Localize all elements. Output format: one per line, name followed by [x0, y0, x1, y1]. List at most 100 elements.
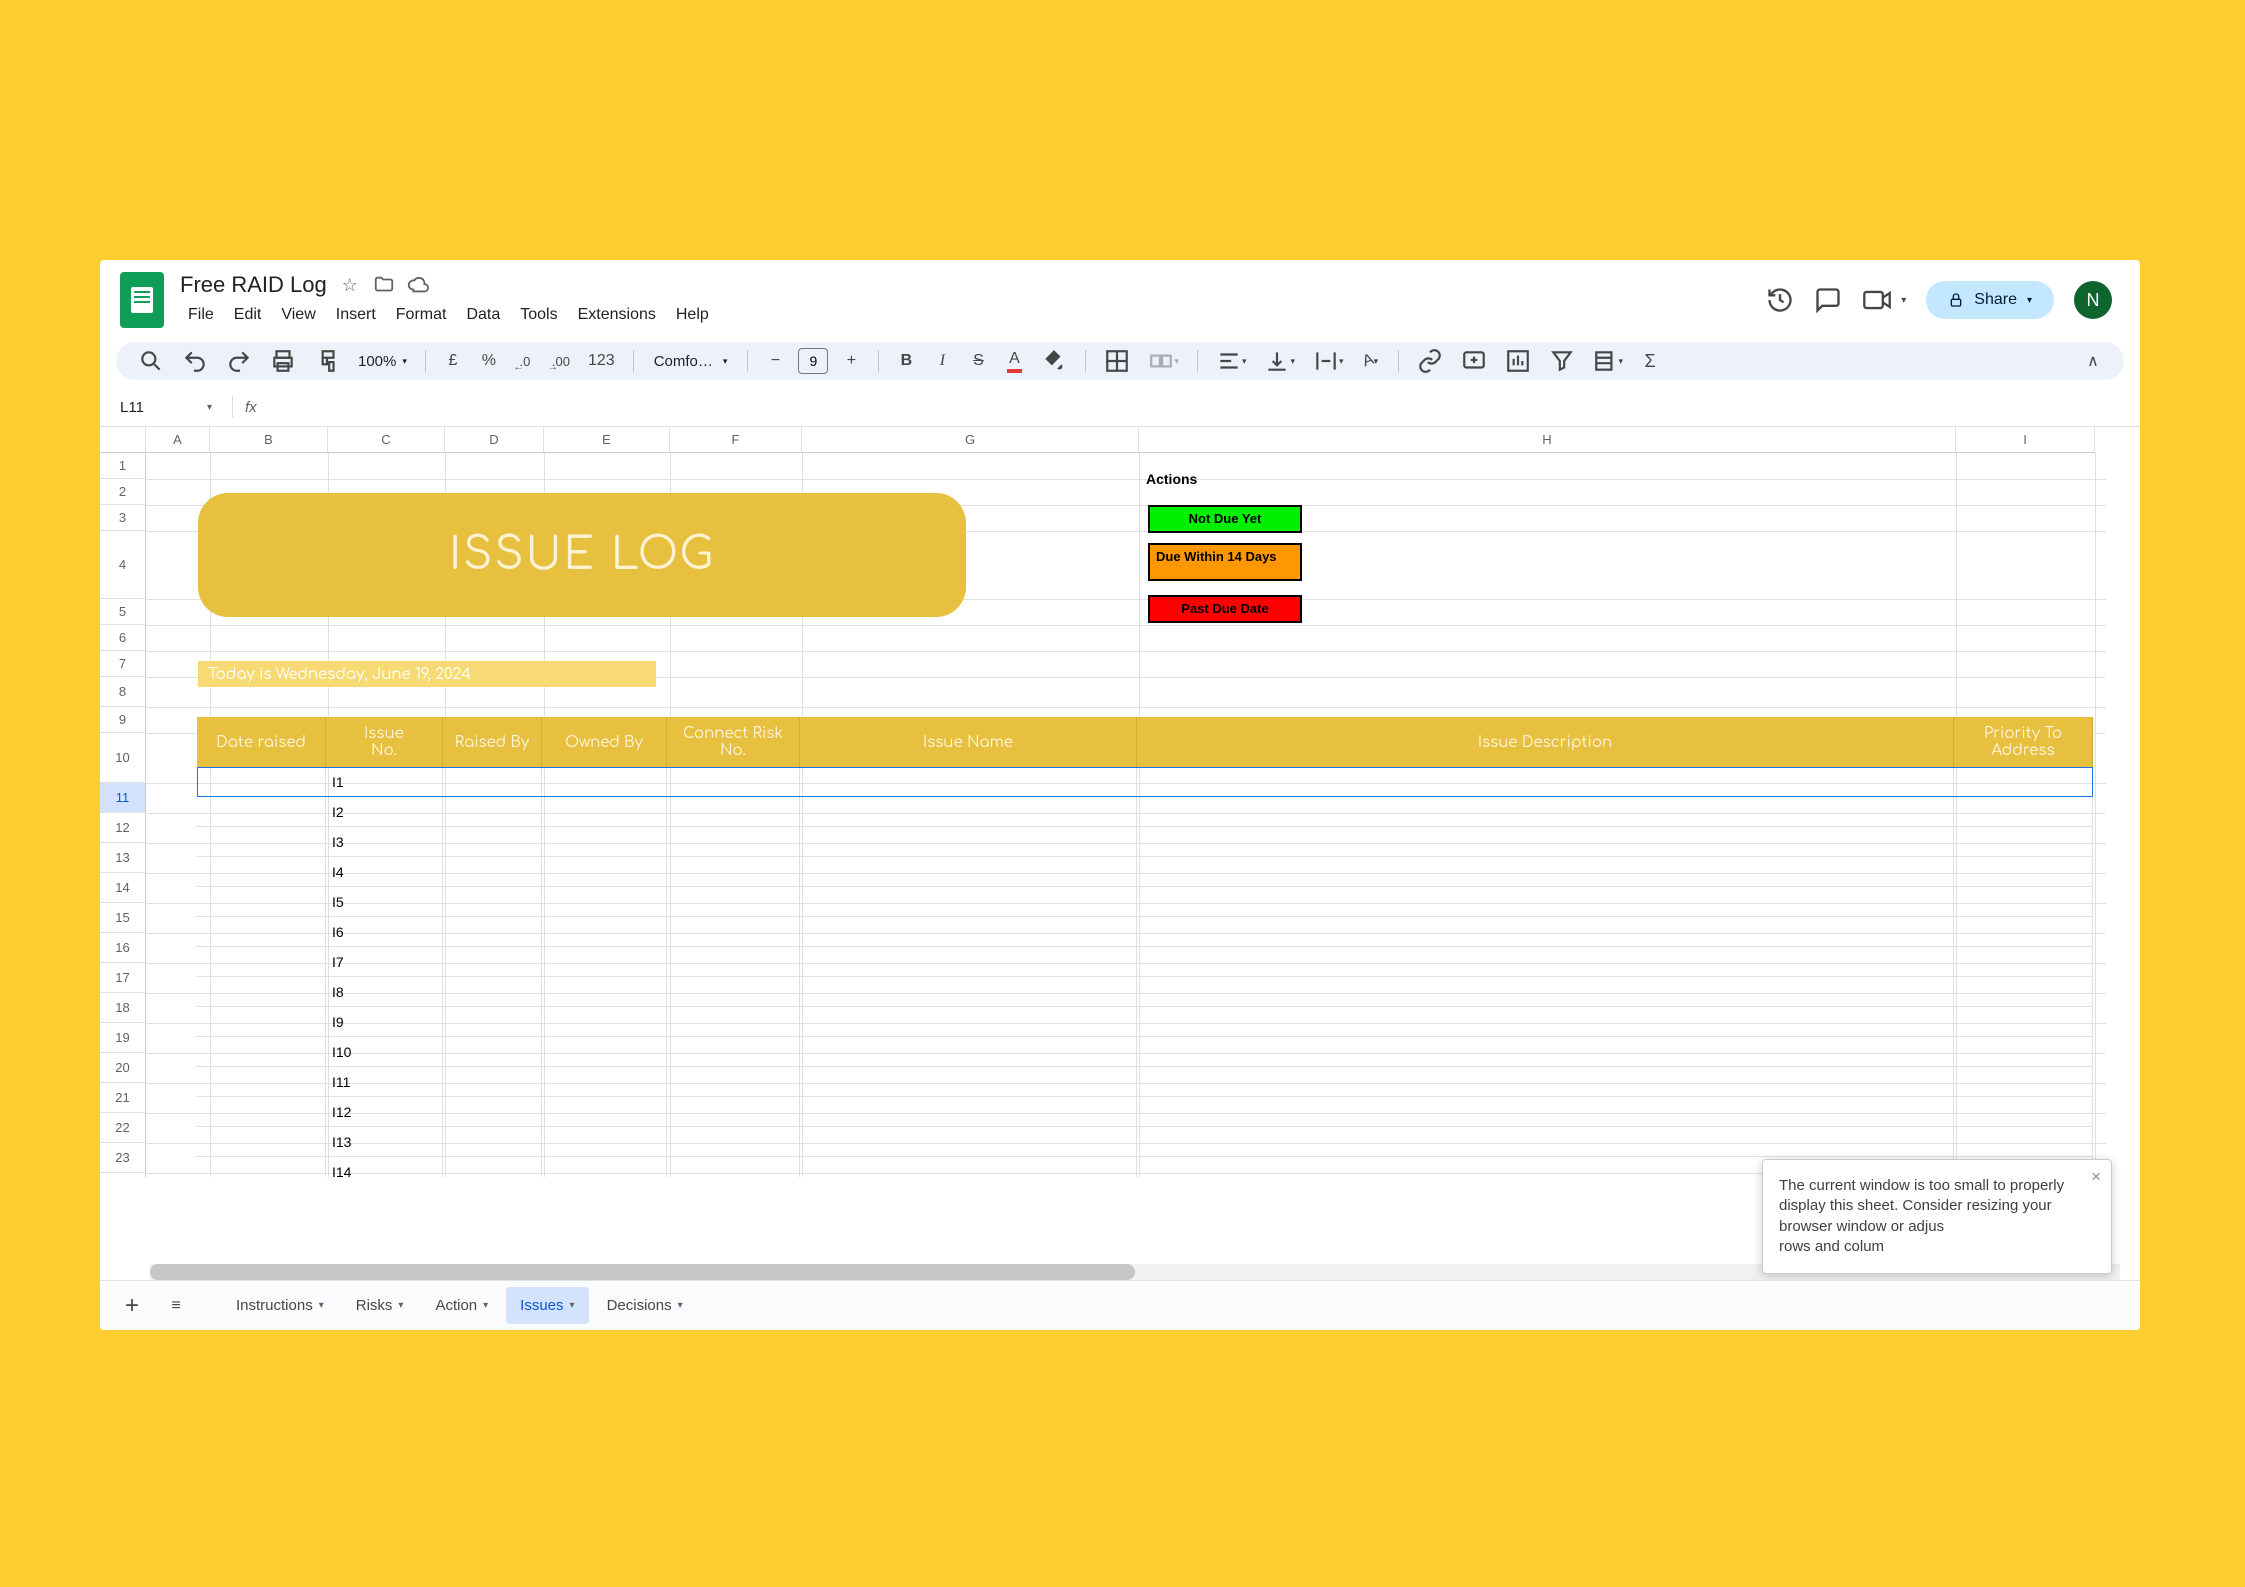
column-header-D[interactable]: D: [445, 427, 544, 453]
cell[interactable]: [1137, 977, 1954, 1006]
table-row[interactable]: I4: [197, 857, 2093, 887]
cell[interactable]: [443, 1037, 542, 1066]
cell[interactable]: [800, 1157, 1137, 1177]
row-header-4[interactable]: 4: [100, 531, 146, 599]
decrease-decimal-button[interactable]: .0←: [512, 348, 538, 374]
v-align-button[interactable]: ▾: [1260, 348, 1299, 374]
cell[interactable]: [800, 827, 1137, 856]
cell[interactable]: [197, 767, 326, 796]
undo-icon[interactable]: [178, 348, 212, 374]
table-row[interactable]: I9: [197, 1007, 2093, 1037]
row-header-13[interactable]: 13: [100, 843, 146, 873]
cell[interactable]: [1137, 1127, 1954, 1156]
cell[interactable]: [443, 767, 542, 796]
cell[interactable]: I2: [326, 797, 443, 826]
table-header[interactable]: Date raised: [197, 717, 326, 767]
comment-icon[interactable]: [1814, 286, 1842, 314]
cell[interactable]: I3: [326, 827, 443, 856]
table-header[interactable]: Issue Name: [800, 717, 1137, 767]
menu-format[interactable]: Format: [388, 302, 455, 328]
column-header-A[interactable]: A: [146, 427, 210, 453]
sheet-tab-decisions[interactable]: Decisions▾: [593, 1287, 697, 1324]
cell[interactable]: [542, 827, 667, 856]
cell[interactable]: [197, 1127, 326, 1156]
row-header-1[interactable]: 1: [100, 453, 146, 479]
sheet-tab-action[interactable]: Action▾: [421, 1287, 502, 1324]
table-row[interactable]: I11: [197, 1067, 2093, 1097]
cell[interactable]: I14: [326, 1157, 443, 1177]
cell[interactable]: [542, 797, 667, 826]
row-header-22[interactable]: 22: [100, 1113, 146, 1143]
account-avatar[interactable]: N: [2074, 281, 2112, 319]
cell[interactable]: [667, 1157, 800, 1177]
cell[interactable]: [443, 827, 542, 856]
cell[interactable]: [667, 1067, 800, 1096]
table-row[interactable]: I5: [197, 887, 2093, 917]
cell[interactable]: [197, 1157, 326, 1177]
table-row[interactable]: I12: [197, 1097, 2093, 1127]
column-header-C[interactable]: C: [328, 427, 445, 453]
table-header[interactable]: Connect RiskNo.: [667, 717, 800, 767]
cell[interactable]: [1954, 1097, 2093, 1126]
table-row[interactable]: I6: [197, 917, 2093, 947]
cell[interactable]: [667, 827, 800, 856]
currency-format-button[interactable]: £: [440, 348, 466, 374]
move-folder-icon[interactable]: [373, 274, 395, 296]
cell[interactable]: [197, 857, 326, 886]
cell[interactable]: [197, 1067, 326, 1096]
cell[interactable]: I6: [326, 917, 443, 946]
cell[interactable]: [542, 1157, 667, 1177]
cell[interactable]: [1954, 917, 2093, 946]
cell[interactable]: [542, 767, 667, 796]
cell[interactable]: [542, 1097, 667, 1126]
document-title[interactable]: Free RAID Log: [180, 272, 327, 298]
cell[interactable]: [1954, 887, 2093, 916]
menu-tools[interactable]: Tools: [512, 302, 565, 328]
table-header[interactable]: Owned By: [542, 717, 667, 767]
collapse-toolbar-icon[interactable]: ∧: [2080, 348, 2106, 374]
percent-format-button[interactable]: %: [476, 348, 502, 374]
cell[interactable]: [443, 1157, 542, 1177]
cell[interactable]: [197, 797, 326, 826]
cell[interactable]: [1954, 1067, 2093, 1096]
row-header-19[interactable]: 19: [100, 1023, 146, 1053]
add-sheet-button[interactable]: +: [114, 1288, 150, 1324]
row-header-18[interactable]: 18: [100, 993, 146, 1023]
tooltip-close-icon[interactable]: ×: [2091, 1166, 2101, 1189]
cell[interactable]: I7: [326, 947, 443, 976]
menu-extensions[interactable]: Extensions: [570, 302, 664, 328]
row-header-5[interactable]: 5: [100, 599, 146, 625]
row-header-2[interactable]: 2: [100, 479, 146, 505]
paint-format-icon[interactable]: [310, 348, 344, 374]
cell[interactable]: [1137, 1097, 1954, 1126]
cell[interactable]: [1137, 827, 1954, 856]
cell[interactable]: [197, 977, 326, 1006]
share-button[interactable]: Share ▾: [1926, 281, 2054, 319]
row-header-17[interactable]: 17: [100, 963, 146, 993]
cell[interactable]: [542, 1007, 667, 1036]
row-header-11[interactable]: 11: [100, 783, 146, 813]
cell[interactable]: [197, 827, 326, 856]
row-header-23[interactable]: 23: [100, 1143, 146, 1173]
menu-insert[interactable]: Insert: [328, 302, 384, 328]
column-header-F[interactable]: F: [670, 427, 802, 453]
cell[interactable]: [800, 917, 1137, 946]
cell[interactable]: [443, 977, 542, 1006]
row-header-9[interactable]: 9: [100, 707, 146, 733]
text-color-button[interactable]: A: [1001, 348, 1027, 374]
cell[interactable]: [443, 1007, 542, 1036]
increase-decimal-button[interactable]: .00→: [548, 348, 574, 374]
column-header-I[interactable]: I: [1956, 427, 2095, 453]
cell[interactable]: [667, 947, 800, 976]
cloud-status-icon[interactable]: [407, 274, 429, 296]
cell[interactable]: I10: [326, 1037, 443, 1066]
sheets-app-icon[interactable]: [120, 272, 164, 328]
table-header[interactable]: IssueNo.: [326, 717, 443, 767]
row-header-12[interactable]: 12: [100, 813, 146, 843]
cell[interactable]: [1954, 797, 2093, 826]
cell[interactable]: [197, 917, 326, 946]
search-icon[interactable]: [134, 348, 168, 374]
cell[interactable]: [443, 1127, 542, 1156]
menu-help[interactable]: Help: [668, 302, 717, 328]
cell[interactable]: [443, 1097, 542, 1126]
